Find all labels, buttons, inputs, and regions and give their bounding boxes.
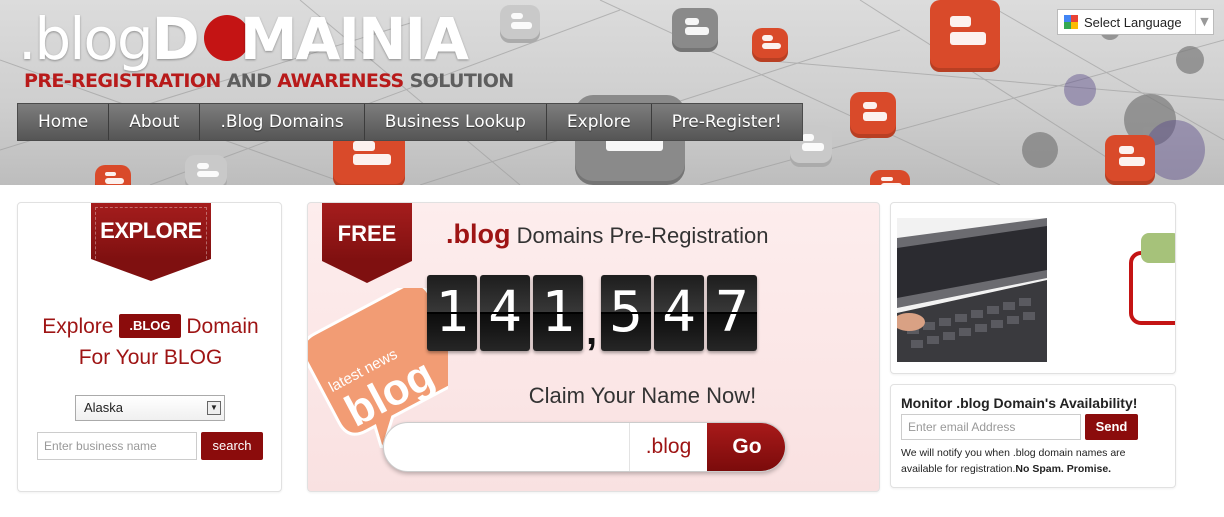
go-button[interactable]: Go <box>707 423 785 471</box>
site-header: .blogD MAINIA PRE-REGISTRATION AND AWAREN… <box>0 0 1224 185</box>
speech-bubble-icon <box>1129 233 1175 325</box>
chevron-down-icon: ▼ <box>1195 10 1213 34</box>
nav-business-lookup[interactable]: Business Lookup <box>365 104 547 140</box>
counter-digit: 1 <box>533 275 583 351</box>
promo-image-panel <box>890 202 1176 374</box>
preregistration-panel: latest news blog FREE .blog Domains Pre-… <box>307 202 880 492</box>
counter-digit: 4 <box>480 275 530 351</box>
free-ribbon: FREE <box>322 203 412 283</box>
logo-text-bold: MAINIA <box>239 5 469 73</box>
business-name-input[interactable]: Enter business name <box>37 432 197 460</box>
logo-text-light: .blog <box>18 5 154 73</box>
counter-digit: 5 <box>601 275 651 351</box>
explore-heading-line2: For Your BLOG <box>78 346 223 369</box>
monitor-panel: Monitor .blog Domain's Availability! Ent… <box>890 384 1176 488</box>
language-select[interactable]: Select Language ▼ <box>1057 9 1214 35</box>
tagline-part: AWARENESS <box>277 70 404 92</box>
title-rest: Domains Pre-Registration <box>510 223 769 248</box>
nav-explore[interactable]: Explore <box>547 104 652 140</box>
claim-heading: Claim Your Name Now! <box>528 383 757 408</box>
notify-text: We will notify you when .blog domain nam… <box>901 445 1161 477</box>
tagline-part: PRE-REGISTRATION <box>24 70 221 92</box>
blogger-logo-icon <box>672 8 718 52</box>
language-select-label: Select Language <box>1084 14 1182 30</box>
blogger-logo-icon <box>930 0 1000 72</box>
logo-text-d: D <box>151 5 200 73</box>
nav-blog-domains[interactable]: .Blog Domains <box>200 104 365 140</box>
explore-heading-text: Explore <box>42 315 114 338</box>
laptop-keyboard-image <box>897 218 1047 362</box>
blogger-logo-icon <box>95 165 131 185</box>
domain-search-box: .blog Go <box>383 422 786 472</box>
tagline-part: SOLUTION <box>403 70 515 92</box>
ribbon-stitch <box>95 207 207 269</box>
email-input[interactable]: Enter email Address <box>901 414 1081 440</box>
domain-name-input[interactable] <box>384 423 629 471</box>
blogger-logo-icon <box>1105 135 1155 185</box>
tagline-part: AND <box>220 70 278 92</box>
business-search-button[interactable]: search <box>201 432 263 460</box>
blogger-logo-icon <box>870 170 910 185</box>
counter-separator: , <box>586 309 598 353</box>
nav-pre-register[interactable]: Pre-Register! <box>652 104 802 140</box>
blogger-logo-icon <box>752 28 788 62</box>
page: .blogD MAINIA PRE-REGISTRATION AND AWAREN… <box>0 0 1224 517</box>
title-blog-word: .blog <box>446 219 511 249</box>
counter-digit: 4 <box>654 275 704 351</box>
counter-digit: 7 <box>707 275 757 351</box>
site-logo[interactable]: .blogD MAINIA <box>18 5 469 73</box>
send-button[interactable]: Send <box>1085 414 1138 440</box>
main-nav: Home About .Blog Domains Business Lookup… <box>17 103 803 141</box>
state-select-value: Alaska <box>84 400 124 415</box>
explore-heading: Explore .BLOG Domain For Your BLOG <box>18 311 283 373</box>
free-ribbon-label: FREE <box>337 221 397 246</box>
explore-ribbon: EXPLORE <box>91 203 211 281</box>
notify-text-bold: No Spam. Promise. <box>1015 463 1112 475</box>
explore-panel: EXPLORE Explore .BLOG Domain For Your BL… <box>17 202 282 492</box>
google-translate-icon <box>1064 15 1078 29</box>
state-select[interactable]: Alaska ▼ <box>75 395 225 421</box>
nav-home[interactable]: Home <box>18 104 110 140</box>
blog-badge: .BLOG <box>119 314 181 338</box>
blogger-logo-icon <box>500 5 540 43</box>
domain-extension: .blog <box>629 423 707 471</box>
monitor-title: Monitor .blog Domain's Availability! <box>901 395 1138 411</box>
blogger-logo-icon <box>185 155 227 185</box>
explore-heading-text: Domain <box>186 315 259 338</box>
counter-digit: 1 <box>427 275 477 351</box>
blogger-logo-icon <box>850 92 896 138</box>
nav-about[interactable]: About <box>109 104 201 140</box>
tagline: PRE-REGISTRATION AND AWARENESS SOLUTION <box>24 70 514 92</box>
dropdown-arrow-icon: ▼ <box>207 401 221 415</box>
registration-counter: 1 4 1 , 5 4 7 <box>427 275 760 351</box>
preregistration-title: .blog Domains Pre-Registration <box>446 219 768 250</box>
